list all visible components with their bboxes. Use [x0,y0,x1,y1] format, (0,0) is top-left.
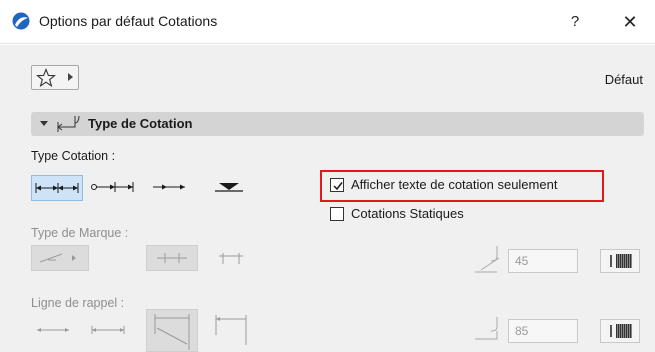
witness-length-icon [475,317,498,340]
arrows-icon [153,184,185,190]
witness-line-slanted-icon [154,314,190,350]
app-logo-icon [12,12,30,30]
witness-length-field[interactable]: 85 [508,319,578,343]
pattern-fill-icon [616,254,632,268]
default-label: Défaut [604,72,643,87]
witness-line-icon [37,328,69,332]
pen-bar-icon [610,325,612,337]
marker-pen-button[interactable] [600,249,640,273]
marker-style-extension-button[interactable] [213,247,249,269]
star-icon [36,68,56,88]
marker-style-cross-button[interactable] [146,245,198,271]
pattern-fill-icon [616,324,632,338]
ligne-rappel-label: Ligne de rappel : [31,296,125,310]
title-bar: Options par défaut Cotations ? ✕ [0,0,655,44]
cotations-statiques-checkbox[interactable] [330,207,344,221]
witness-pen-button[interactable] [600,319,640,343]
type-marque-label: Type de Marque : [31,226,129,240]
close-button[interactable]: ✕ [612,8,648,36]
window-title: Options par défaut Cotations [39,13,218,29]
favorites-button[interactable] [31,65,79,90]
section-header-type-cotation[interactable]: Type de Cotation [31,112,644,136]
type-elevation-button[interactable] [209,175,249,201]
witness-line-stops-icon [91,326,125,334]
elevation-marker-icon [215,183,243,192]
type-cotation-label: Type Cotation : [31,149,116,163]
witness-line-style-1[interactable] [31,317,75,341]
pen-bar-icon [610,255,612,267]
chain-dimension-icon [91,182,134,192]
collapse-caret-icon [40,121,48,126]
marker-angle-field[interactable]: 45 [508,249,578,273]
type-chain-button[interactable] [89,175,137,201]
dimension-type-icon [57,115,80,132]
extension-marker-icon [219,253,243,264]
witness-line-partial-icon [215,315,247,345]
type-arrows-button[interactable] [147,175,191,201]
dropdown-arrow-icon [68,73,73,81]
section-title: Type de Cotation [88,116,193,131]
witness-line-style-2[interactable] [86,317,130,341]
marker-angle-icon [475,246,500,273]
slash-marker-icon [39,253,76,263]
cotations-statiques-label: Cotations Statiques [351,206,464,221]
marker-type-dropdown[interactable] [31,245,89,271]
linear-dimension-icon [35,183,79,193]
highlight-box [320,170,604,202]
help-button[interactable]: ? [560,8,590,36]
cotations-statiques-checkbox-row[interactable]: Cotations Statiques [330,205,530,225]
witness-line-style-4[interactable] [210,311,254,351]
dialog-content: Défaut Type de Cotation Type Cotation : [0,45,655,352]
type-cumulative-button[interactable] [31,175,83,201]
cross-marker-icon [157,253,187,263]
witness-line-style-3[interactable] [146,309,198,352]
